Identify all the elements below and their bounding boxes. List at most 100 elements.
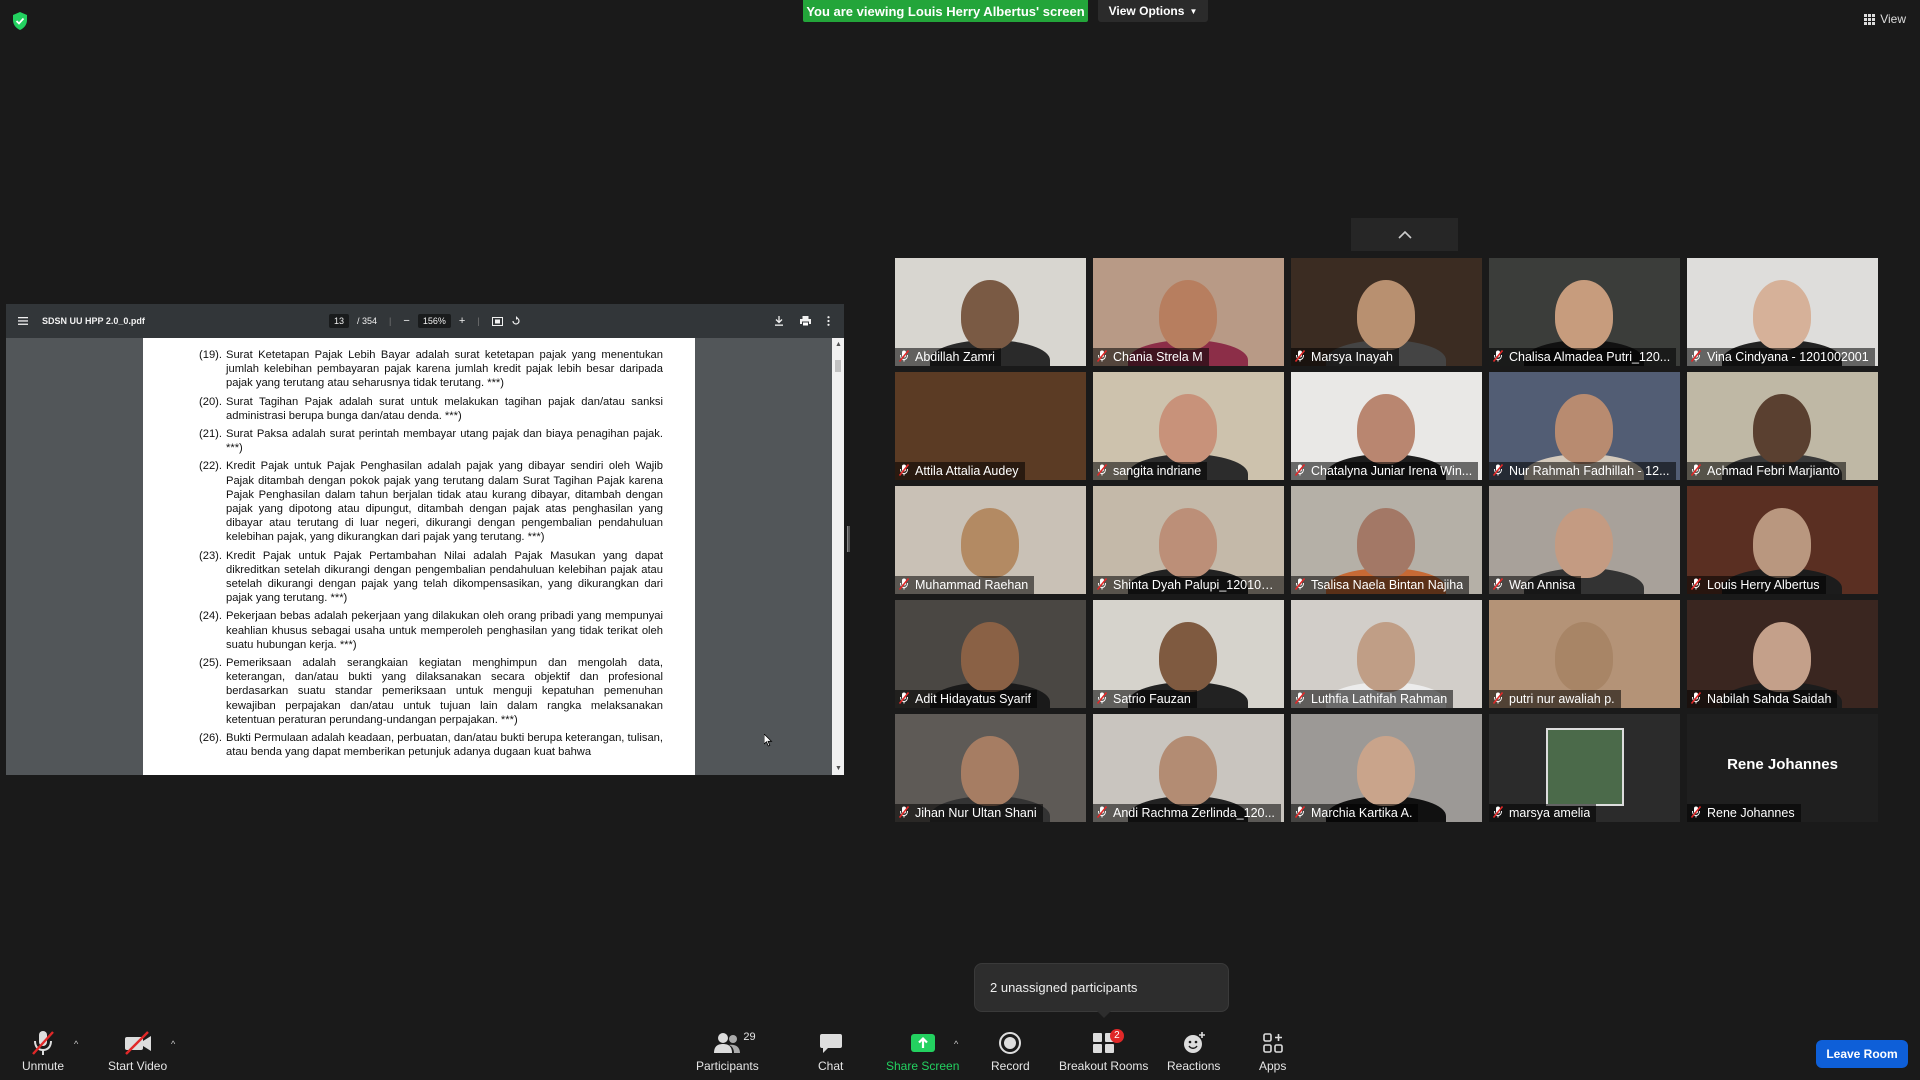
zoom-level[interactable]: 156% <box>417 314 451 328</box>
chat-label: Chat <box>818 1059 844 1073</box>
scroll-up-icon[interactable]: ▲ <box>835 341 842 348</box>
pdf-paragraph: (25). Pemeriksaan adalah serangkaian kegi… <box>199 656 663 727</box>
participant-face <box>1357 280 1415 350</box>
participant-tile[interactable]: Jihan Nur Ultan Shani <box>895 714 1086 822</box>
participant-tile[interactable]: Attila Attalia Audey <box>895 372 1086 480</box>
participant-tile[interactable]: Achmad Febri Marjianto <box>1687 372 1878 480</box>
share-screen-button[interactable]: Share Screen <box>886 1028 959 1073</box>
pdf-paragraph: (20). Surat Tagihan Pajak adalah surat un… <box>199 395 663 423</box>
participant-name-bar: Muhammad Raehan <box>895 576 1035 594</box>
participant-name: Andi Rachma Zerlinda_120... <box>1113 806 1275 820</box>
participant-name-bar: Nabilah Sahda Saidah <box>1687 690 1838 708</box>
microphone-muted-icon <box>1690 577 1702 593</box>
shared-screen[interactable]: SDSN UU HPP 2.0_0.pdf 13 / 354 | − 156% … <box>6 304 844 775</box>
participant-tile[interactable]: Marsya Inayah <box>1291 258 1482 366</box>
microphone-muted-icon <box>1294 805 1306 821</box>
scrollbar-thumb[interactable] <box>835 360 841 372</box>
participant-tile[interactable]: marsya amelia <box>1489 714 1680 822</box>
participant-face <box>1555 508 1613 578</box>
participant-name: Wan Annisa <box>1509 578 1576 592</box>
breakout-rooms-button[interactable]: 2 Breakout Rooms <box>1059 1028 1148 1073</box>
microphone-muted-icon <box>1690 691 1702 707</box>
record-icon <box>999 1032 1022 1054</box>
participant-face <box>1753 622 1811 692</box>
pdf-viewport[interactable]: (19). Surat Ketetapan Pajak Lebih Bayar a… <box>6 338 844 775</box>
participant-name-bar: Chalisa Almadea Putri_120... <box>1489 348 1677 366</box>
unassigned-participants-popover[interactable]: 2 unassigned participants <box>974 963 1229 1018</box>
menu-icon[interactable] <box>18 317 28 325</box>
participant-name-bar: Achmad Febri Marjianto <box>1687 462 1846 480</box>
video-gallery: Abdillah Zamri Chania Strela M Marsya Inay… <box>895 258 1880 822</box>
participant-face <box>1159 622 1217 692</box>
participant-name-bar: marsya amelia <box>1489 804 1597 822</box>
more-vertical-icon[interactable] <box>827 316 830 326</box>
reactions-button[interactable]: Reactions <box>1167 1028 1220 1073</box>
participant-name-bar: Rene Johannes <box>1687 804 1801 822</box>
page-number-input[interactable]: 13 <box>329 314 350 328</box>
apps-icon <box>1262 1033 1283 1053</box>
participant-tile[interactable]: Chania Strela M <box>1093 258 1284 366</box>
participant-tile[interactable]: Muhammad Raehan <box>895 486 1086 594</box>
fit-page-icon[interactable] <box>491 316 503 326</box>
participant-tile[interactable]: putri nur awaliah p. <box>1489 600 1680 708</box>
participant-face <box>1159 508 1217 578</box>
participant-name: Attila Attalia Audey <box>915 464 1019 478</box>
participant-tile[interactable]: Nur Rahmah Fadhillah - 12... <box>1489 372 1680 480</box>
microphone-muted-icon <box>1492 805 1504 821</box>
participant-name: Rene Johannes <box>1707 806 1795 820</box>
participant-tile[interactable]: Chalisa Almadea Putri_120... <box>1489 258 1680 366</box>
pdf-scrollbar[interactable]: ▲ ▼ <box>832 338 844 775</box>
gallery-previous-page-button[interactable] <box>1351 218 1458 251</box>
participants-button[interactable]: 29 Participants <box>696 1028 759 1073</box>
encryption-shield-icon[interactable] <box>12 12 28 30</box>
participant-tile[interactable]: Adit Hidayatus Syarif <box>895 600 1086 708</box>
paragraph-text: Surat Paksa adalah surat perintah membay… <box>226 428 663 455</box>
participant-tile[interactable]: sangita indriane <box>1093 372 1284 480</box>
zoom-in-icon[interactable]: + <box>459 315 465 327</box>
start-video-button[interactable]: Start Video <box>108 1028 167 1073</box>
participant-tile[interactable]: Wan Annisa <box>1489 486 1680 594</box>
participant-tile[interactable]: Shinta Dyah Palupi_120100... <box>1093 486 1284 594</box>
divider: | <box>477 316 480 326</box>
view-button[interactable]: View <box>1864 12 1906 26</box>
pdf-paragraph: (26). Bukti Permulaan adalah keadaan, per… <box>199 731 663 759</box>
rotate-icon[interactable] <box>511 316 521 326</box>
split-view-handle[interactable] <box>847 526 850 552</box>
participant-tile[interactable]: Andi Rachma Zerlinda_120... <box>1093 714 1284 822</box>
microphone-muted-icon <box>1690 463 1702 479</box>
scroll-down-icon[interactable]: ▼ <box>835 765 842 772</box>
participant-name: Nur Rahmah Fadhillah - 12... <box>1509 464 1670 478</box>
participant-tile[interactable]: Rene Johannes Rene Johannes <box>1687 714 1878 822</box>
share-options-caret-icon[interactable]: ^ <box>954 1039 958 1049</box>
participant-tile[interactable]: Louis Herry Albertus <box>1687 486 1878 594</box>
participant-name-bar: Abdillah Zamri <box>895 348 1001 366</box>
participant-tile[interactable]: Abdillah Zamri <box>895 258 1086 366</box>
share-screen-icon <box>910 1034 935 1052</box>
view-options-button[interactable]: View Options ▼ <box>1098 0 1208 22</box>
record-button[interactable]: Record <box>991 1028 1030 1073</box>
participant-name: sangita indriane <box>1113 464 1202 478</box>
participant-tile[interactable]: Vina Cindyana - 1201002001 <box>1687 258 1878 366</box>
participant-tile[interactable]: Tsalisa Naela Bintan Najiha <box>1291 486 1482 594</box>
participant-name-bar: Marchia Kartika A. <box>1291 804 1419 822</box>
audio-options-caret-icon[interactable]: ^ <box>74 1039 78 1049</box>
leave-room-button[interactable]: Leave Room <box>1816 1040 1908 1068</box>
participant-tile[interactable]: Marchia Kartika A. <box>1291 714 1482 822</box>
participant-name: Chania Strela M <box>1113 350 1203 364</box>
participant-tile[interactable]: Satrio Fauzan <box>1093 600 1284 708</box>
participant-tile[interactable]: Luthfia Lathifah Rahman <box>1291 600 1482 708</box>
microphone-muted-icon <box>1690 805 1702 821</box>
chat-button[interactable]: Chat <box>818 1028 843 1073</box>
participant-tile[interactable]: Nabilah Sahda Saidah <box>1687 600 1878 708</box>
viewing-screen-banner: You are viewing Louis Herry Albertus' sc… <box>803 0 1088 22</box>
unmute-button[interactable]: Unmute <box>22 1028 64 1073</box>
start-video-label: Start Video <box>108 1059 168 1073</box>
download-icon[interactable] <box>774 316 784 326</box>
print-icon[interactable] <box>800 316 811 326</box>
apps-button[interactable]: Apps <box>1259 1028 1286 1073</box>
participant-tile[interactable]: Chatalyna Juniar Irena Win... <box>1291 372 1482 480</box>
zoom-out-icon[interactable]: − <box>403 315 409 327</box>
video-options-caret-icon[interactable]: ^ <box>171 1039 175 1049</box>
paragraph-text: Bukti Permulaan adalah keadaan, perbuata… <box>226 732 663 759</box>
breakout-rooms-label: Breakout Rooms <box>1059 1059 1149 1073</box>
